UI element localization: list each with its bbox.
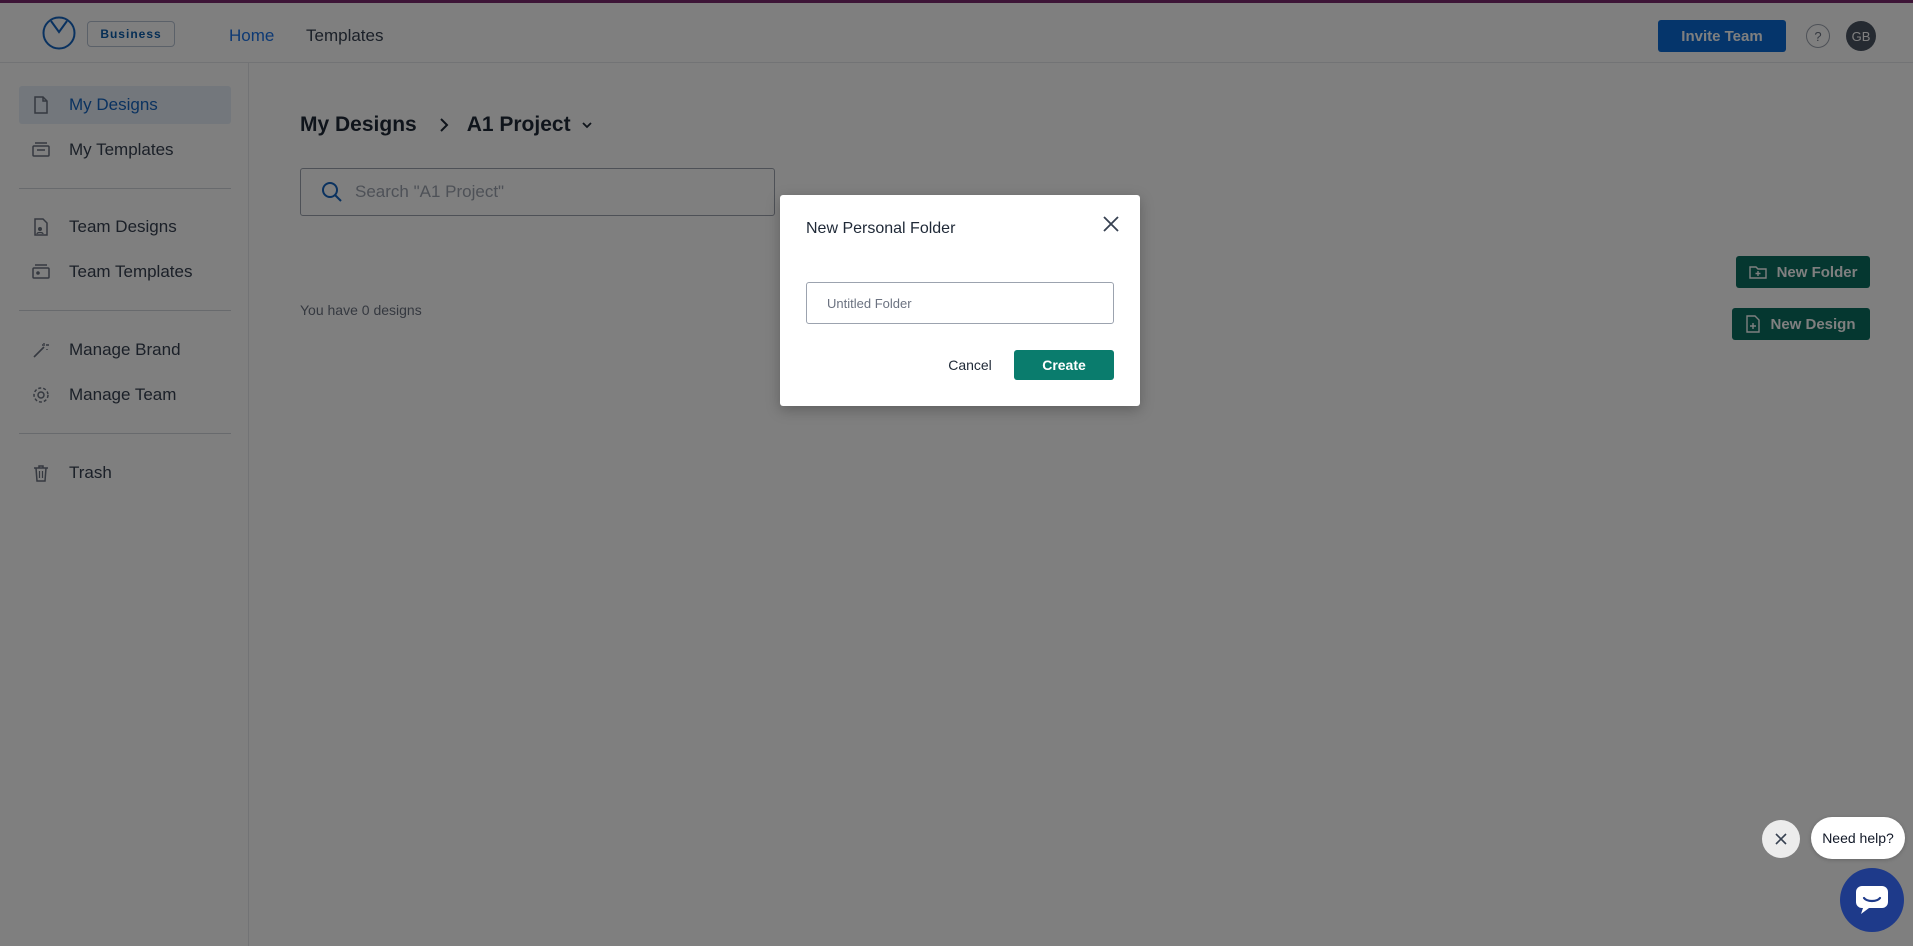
close-icon[interactable] — [1102, 215, 1120, 233]
folder-name-input[interactable] — [806, 282, 1114, 324]
cancel-button[interactable]: Cancel — [930, 350, 1010, 380]
modal-overlay[interactable] — [0, 0, 1913, 946]
chat-icon — [1856, 886, 1888, 914]
help-bubble[interactable]: Need help? — [1811, 817, 1905, 859]
close-icon — [1775, 833, 1787, 845]
create-button[interactable]: Create — [1014, 350, 1114, 380]
new-folder-dialog: New Personal Folder Cancel Create — [780, 195, 1140, 406]
dialog-title: New Personal Folder — [806, 220, 956, 237]
chat-launcher-button[interactable] — [1840, 868, 1904, 932]
help-dismiss-button[interactable] — [1762, 820, 1800, 858]
